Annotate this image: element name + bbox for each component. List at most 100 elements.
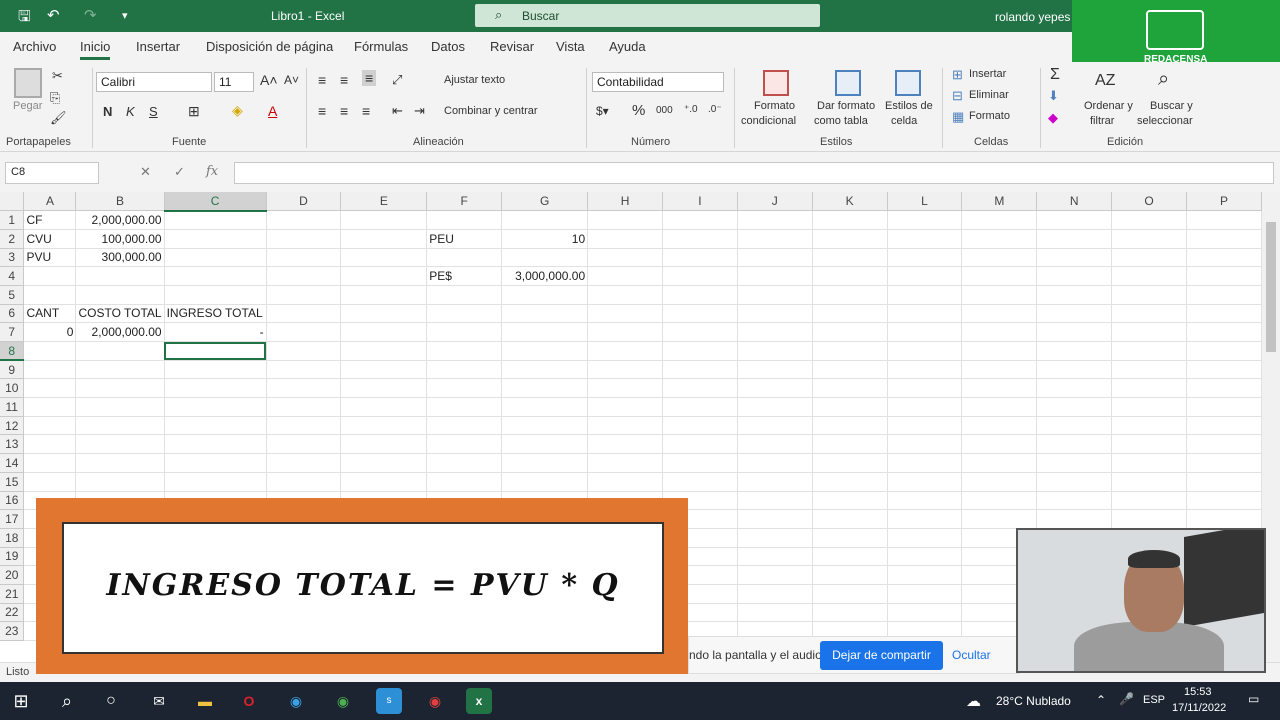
cell[interactable]	[1186, 453, 1262, 473]
cell[interactable]	[340, 322, 428, 342]
row-header[interactable]: 19	[0, 547, 25, 567]
cell[interactable]	[23, 434, 77, 455]
cell[interactable]	[164, 285, 267, 305]
copy-icon[interactable]: ⎘	[50, 90, 60, 106]
cell[interactable]	[340, 248, 428, 268]
cell[interactable]: 10	[501, 229, 589, 249]
cell[interactable]	[1186, 416, 1262, 436]
cell[interactable]: 2,000,000.00	[75, 210, 165, 230]
language-indicator[interactable]: ESP	[1143, 694, 1165, 706]
cell[interactable]	[23, 453, 77, 473]
align-left-icon[interactable]: ≡	[318, 103, 326, 119]
cell[interactable]	[501, 472, 589, 492]
delete-cells-button[interactable]: Eliminar	[969, 89, 1009, 101]
cell[interactable]: COSTO TOTAL	[75, 304, 165, 324]
cell[interactable]	[164, 434, 267, 455]
cell[interactable]	[961, 248, 1038, 268]
cell[interactable]	[501, 360, 589, 380]
cell[interactable]	[737, 229, 813, 249]
cell[interactable]	[887, 491, 963, 511]
clear-icon[interactable]: ◆	[1048, 110, 1058, 126]
cell[interactable]	[737, 397, 813, 417]
cell[interactable]	[587, 248, 663, 268]
cell[interactable]	[340, 378, 428, 399]
cell[interactable]	[426, 434, 503, 455]
menu-revisar[interactable]: Revisar	[490, 39, 534, 54]
cell[interactable]	[501, 285, 589, 305]
font-name-select[interactable]: Calibri	[96, 72, 212, 92]
cell[interactable]	[662, 248, 738, 268]
cell[interactable]	[587, 341, 663, 361]
opera-icon[interactable]: O	[236, 688, 262, 714]
cell[interactable]	[75, 397, 165, 417]
cell[interactable]	[1186, 491, 1262, 511]
windows-start-icon[interactable]: ⊞	[8, 688, 34, 714]
cell[interactable]	[1036, 341, 1113, 361]
column-header[interactable]: L	[887, 192, 963, 212]
cell[interactable]: PVU	[23, 248, 77, 268]
format-table-label-1[interactable]: Dar formato	[817, 100, 875, 112]
cell[interactable]	[662, 453, 738, 473]
scroll-thumb[interactable]	[1266, 222, 1276, 352]
cell[interactable]	[737, 434, 813, 455]
cell[interactable]	[340, 229, 428, 249]
cell[interactable]	[426, 248, 503, 268]
cell[interactable]	[23, 266, 77, 286]
cell[interactable]	[737, 285, 813, 305]
cell[interactable]	[961, 416, 1038, 436]
find-icon[interactable]: ⌕	[1158, 68, 1169, 91]
cell[interactable]	[662, 210, 738, 230]
cell[interactable]	[587, 304, 663, 324]
cell[interactable]	[1036, 266, 1113, 286]
cell-styles-label-2[interactable]: celda	[891, 115, 917, 127]
cell[interactable]	[75, 341, 165, 361]
cell[interactable]	[340, 416, 428, 436]
cell[interactable]	[1111, 285, 1187, 305]
select-all-corner[interactable]	[0, 192, 25, 212]
menu-ayuda[interactable]: Ayuda	[609, 39, 646, 54]
cell[interactable]	[812, 416, 888, 436]
cell[interactable]	[887, 304, 963, 324]
cell[interactable]	[961, 285, 1038, 305]
cell[interactable]	[1111, 341, 1187, 361]
cell[interactable]	[1036, 509, 1113, 529]
cell[interactable]	[587, 434, 663, 455]
cell[interactable]	[501, 434, 589, 455]
cell[interactable]	[1036, 210, 1113, 230]
cell[interactable]	[812, 453, 888, 473]
cell[interactable]	[662, 266, 738, 286]
format-table-label-2[interactable]: como tabla	[814, 115, 868, 127]
cell[interactable]	[887, 322, 963, 342]
save-icon[interactable]: 🖫	[18, 6, 31, 31]
cell[interactable]	[23, 341, 77, 361]
italic-icon[interactable]: K	[126, 104, 135, 119]
cell[interactable]	[812, 248, 888, 268]
cell[interactable]: -	[164, 322, 267, 342]
cell[interactable]	[426, 397, 503, 417]
orientation-icon[interactable]: ⤢	[392, 72, 402, 88]
decrease-decimal-icon[interactable]: .0⁻	[708, 104, 722, 115]
notifications-icon[interactable]: ▭	[1248, 692, 1259, 706]
mail-icon[interactable]: ✉	[146, 688, 172, 714]
cell[interactable]	[23, 360, 77, 380]
cell[interactable]	[1036, 472, 1113, 492]
cell[interactable]	[737, 304, 813, 324]
cell[interactable]: 100,000.00	[75, 229, 165, 249]
column-header[interactable]: N	[1036, 192, 1113, 212]
sort-label-2[interactable]: filtrar	[1090, 115, 1114, 127]
column-header[interactable]: F	[426, 192, 503, 212]
row-header[interactable]: 2	[0, 229, 25, 249]
align-center-icon[interactable]: ≡	[340, 103, 348, 119]
cell[interactable]	[662, 229, 738, 249]
paste-button[interactable]: Pegar	[13, 100, 42, 112]
cell[interactable]	[812, 360, 888, 380]
cell[interactable]	[266, 472, 342, 492]
cell[interactable]	[737, 584, 813, 604]
cell[interactable]	[1036, 322, 1113, 342]
cell[interactable]	[887, 248, 963, 268]
cell[interactable]	[662, 378, 738, 399]
cell[interactable]	[266, 453, 342, 473]
cell[interactable]	[737, 603, 813, 623]
cell[interactable]	[812, 584, 888, 604]
cell[interactable]	[1186, 509, 1262, 529]
